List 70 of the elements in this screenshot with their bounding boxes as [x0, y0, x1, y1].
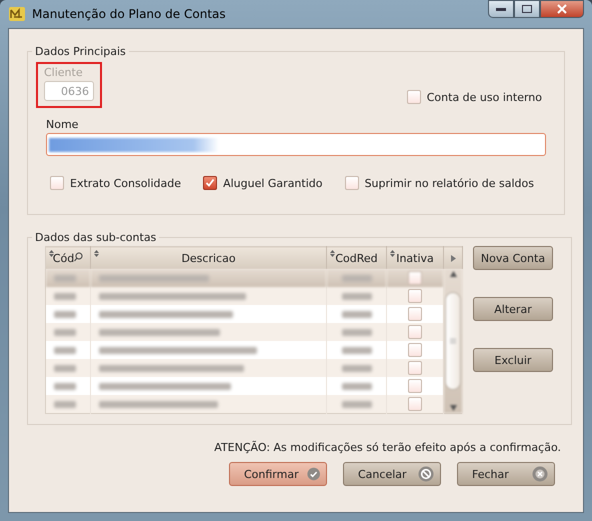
sort-icon [49, 250, 54, 257]
blurred-text [342, 364, 372, 372]
name-field[interactable] [46, 133, 546, 156]
app-logo-icon [8, 5, 26, 23]
checkbox-label: Conta de uso interno [426, 90, 542, 104]
blurred-text [54, 382, 76, 390]
scrollbar[interactable] [444, 269, 462, 413]
blurred-text [54, 364, 76, 372]
close-icon [557, 4, 567, 14]
blurred-text [54, 346, 76, 354]
action-button[interactable]: Excluir [473, 348, 553, 372]
close-icon [532, 466, 548, 482]
sort-icon [94, 250, 99, 257]
blurred-text [54, 310, 76, 318]
checkbox-label: Aluguel Garantido [223, 176, 322, 190]
blurred-text [54, 328, 76, 336]
checkbox[interactable] [344, 176, 359, 190]
group-title: Dados das sub-contas [34, 231, 158, 244]
check-icon [306, 466, 320, 482]
prohibited-icon [418, 466, 434, 482]
checkbox[interactable] [408, 307, 422, 322]
checkbox-label: Suprimir no relatório de saldos [364, 176, 534, 190]
search-icon [74, 252, 84, 262]
column-header[interactable]: Descricao [90, 246, 326, 269]
checkbox[interactable] [408, 379, 422, 394]
checkbox[interactable] [408, 343, 422, 358]
checkbox[interactable] [203, 176, 218, 190]
checkbox[interactable] [406, 90, 421, 104]
notice-text: ATENÇÃO: As modificações só terão efeito após a confirmação. [214, 441, 561, 454]
action-button[interactable]: Alterar [473, 297, 553, 321]
window-title: Manutenção do Plano de Contas [32, 7, 226, 21]
checkbox[interactable] [408, 325, 422, 340]
blurred-text [54, 400, 76, 408]
confirm-button[interactable]: Confirmar [229, 462, 327, 486]
blurred-text [54, 274, 76, 282]
checkbox[interactable] [408, 361, 422, 376]
action-button[interactable]: Nova Conta [473, 246, 553, 270]
right-arrow-icon [450, 254, 456, 262]
checkbox-label: Extrato Consolidade [70, 176, 182, 190]
minimize-icon [496, 8, 506, 10]
column-header[interactable]: CodRed [326, 246, 386, 269]
checkbox[interactable] [50, 176, 64, 190]
close-button[interactable]: Fechar [457, 462, 555, 486]
close-button[interactable] [540, 0, 584, 18]
scroll-thumb[interactable] [445, 292, 461, 390]
column-header[interactable]: Inativa [386, 246, 444, 269]
blurred-text [342, 346, 372, 354]
blurred-text [342, 400, 372, 408]
field-label: Cliente [44, 66, 84, 79]
up-arrow-icon [450, 271, 456, 277]
cancel-button[interactable]: Cancelar [343, 462, 441, 486]
blurred-text [342, 310, 372, 318]
checkbox[interactable] [408, 289, 422, 304]
column-header[interactable]: Cód [46, 246, 90, 269]
maximize-icon [522, 5, 532, 13]
sort-icon [330, 250, 335, 257]
group-title: Dados Principais [34, 45, 127, 58]
blurred-text [342, 292, 372, 300]
field-label: Nome [46, 118, 80, 131]
down-arrow-icon [450, 405, 456, 411]
checkbox[interactable] [408, 397, 422, 412]
blurred-text [342, 274, 372, 282]
scroll-right-button[interactable] [444, 246, 462, 269]
minimize-button[interactable] [488, 0, 514, 18]
checkbox[interactable] [408, 271, 422, 286]
blurred-text [54, 292, 76, 300]
blurred-text [342, 382, 372, 390]
maximize-button[interactable] [514, 0, 540, 18]
blurred-text [342, 328, 372, 336]
sort-icon [390, 250, 395, 257]
